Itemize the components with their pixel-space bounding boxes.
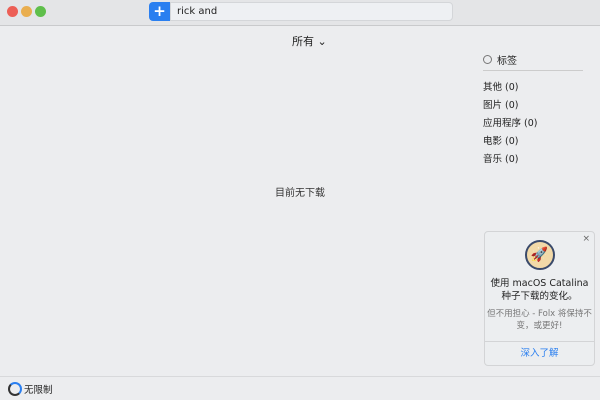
close-window-button[interactable] <box>7 6 18 17</box>
sidebar-item-other[interactable]: 其他 (0) <box>483 79 583 97</box>
sidebar-item-movies[interactable]: 电影 (0) <box>483 133 583 151</box>
sidebar-item-pictures[interactable]: 图片 (0) <box>483 97 583 115</box>
close-icon[interactable]: × <box>582 234 590 244</box>
learn-more-link[interactable]: 深入了解 <box>485 341 594 365</box>
search-input[interactable]: rick and <box>170 2 453 21</box>
promo-title: 使用 macOS Catalina 种子下载的变化。 <box>490 278 589 302</box>
sidebar-item-music[interactable]: 音乐 (0) <box>483 151 583 169</box>
tags-label: 标签 <box>497 56 517 67</box>
tags-header[interactable]: 标签 <box>483 52 583 71</box>
sidebar-item-applications[interactable]: 应用程序 (0) <box>483 115 583 133</box>
filter-dropdown[interactable]: 所有 ⌄ <box>292 33 327 49</box>
tags-sidebar: 标签 其他 (0) 图片 (0) 应用程序 (0) 电影 (0) 音乐 (0) <box>483 52 583 169</box>
minimize-window-button[interactable] <box>21 6 32 17</box>
speed-limit-label[interactable]: 无限制 <box>24 382 53 396</box>
speed-gauge-icon[interactable] <box>8 381 22 396</box>
add-download-button[interactable]: + <box>149 2 170 21</box>
title-bar: + rick and <box>0 0 600 26</box>
radio-icon[interactable] <box>483 55 492 64</box>
status-bar: 无限制 <box>0 376 600 400</box>
promo-card: × 🚀 使用 macOS Catalina 种子下载的变化。 但不用担心 - F… <box>484 231 595 366</box>
empty-state-text: 目前无下载 <box>275 188 325 199</box>
folx-logo-icon: 🚀 <box>524 240 555 270</box>
zoom-window-button[interactable] <box>35 6 46 17</box>
promo-body: 但不用担心 - Folx 将保持不变，或更好! <box>487 309 592 331</box>
